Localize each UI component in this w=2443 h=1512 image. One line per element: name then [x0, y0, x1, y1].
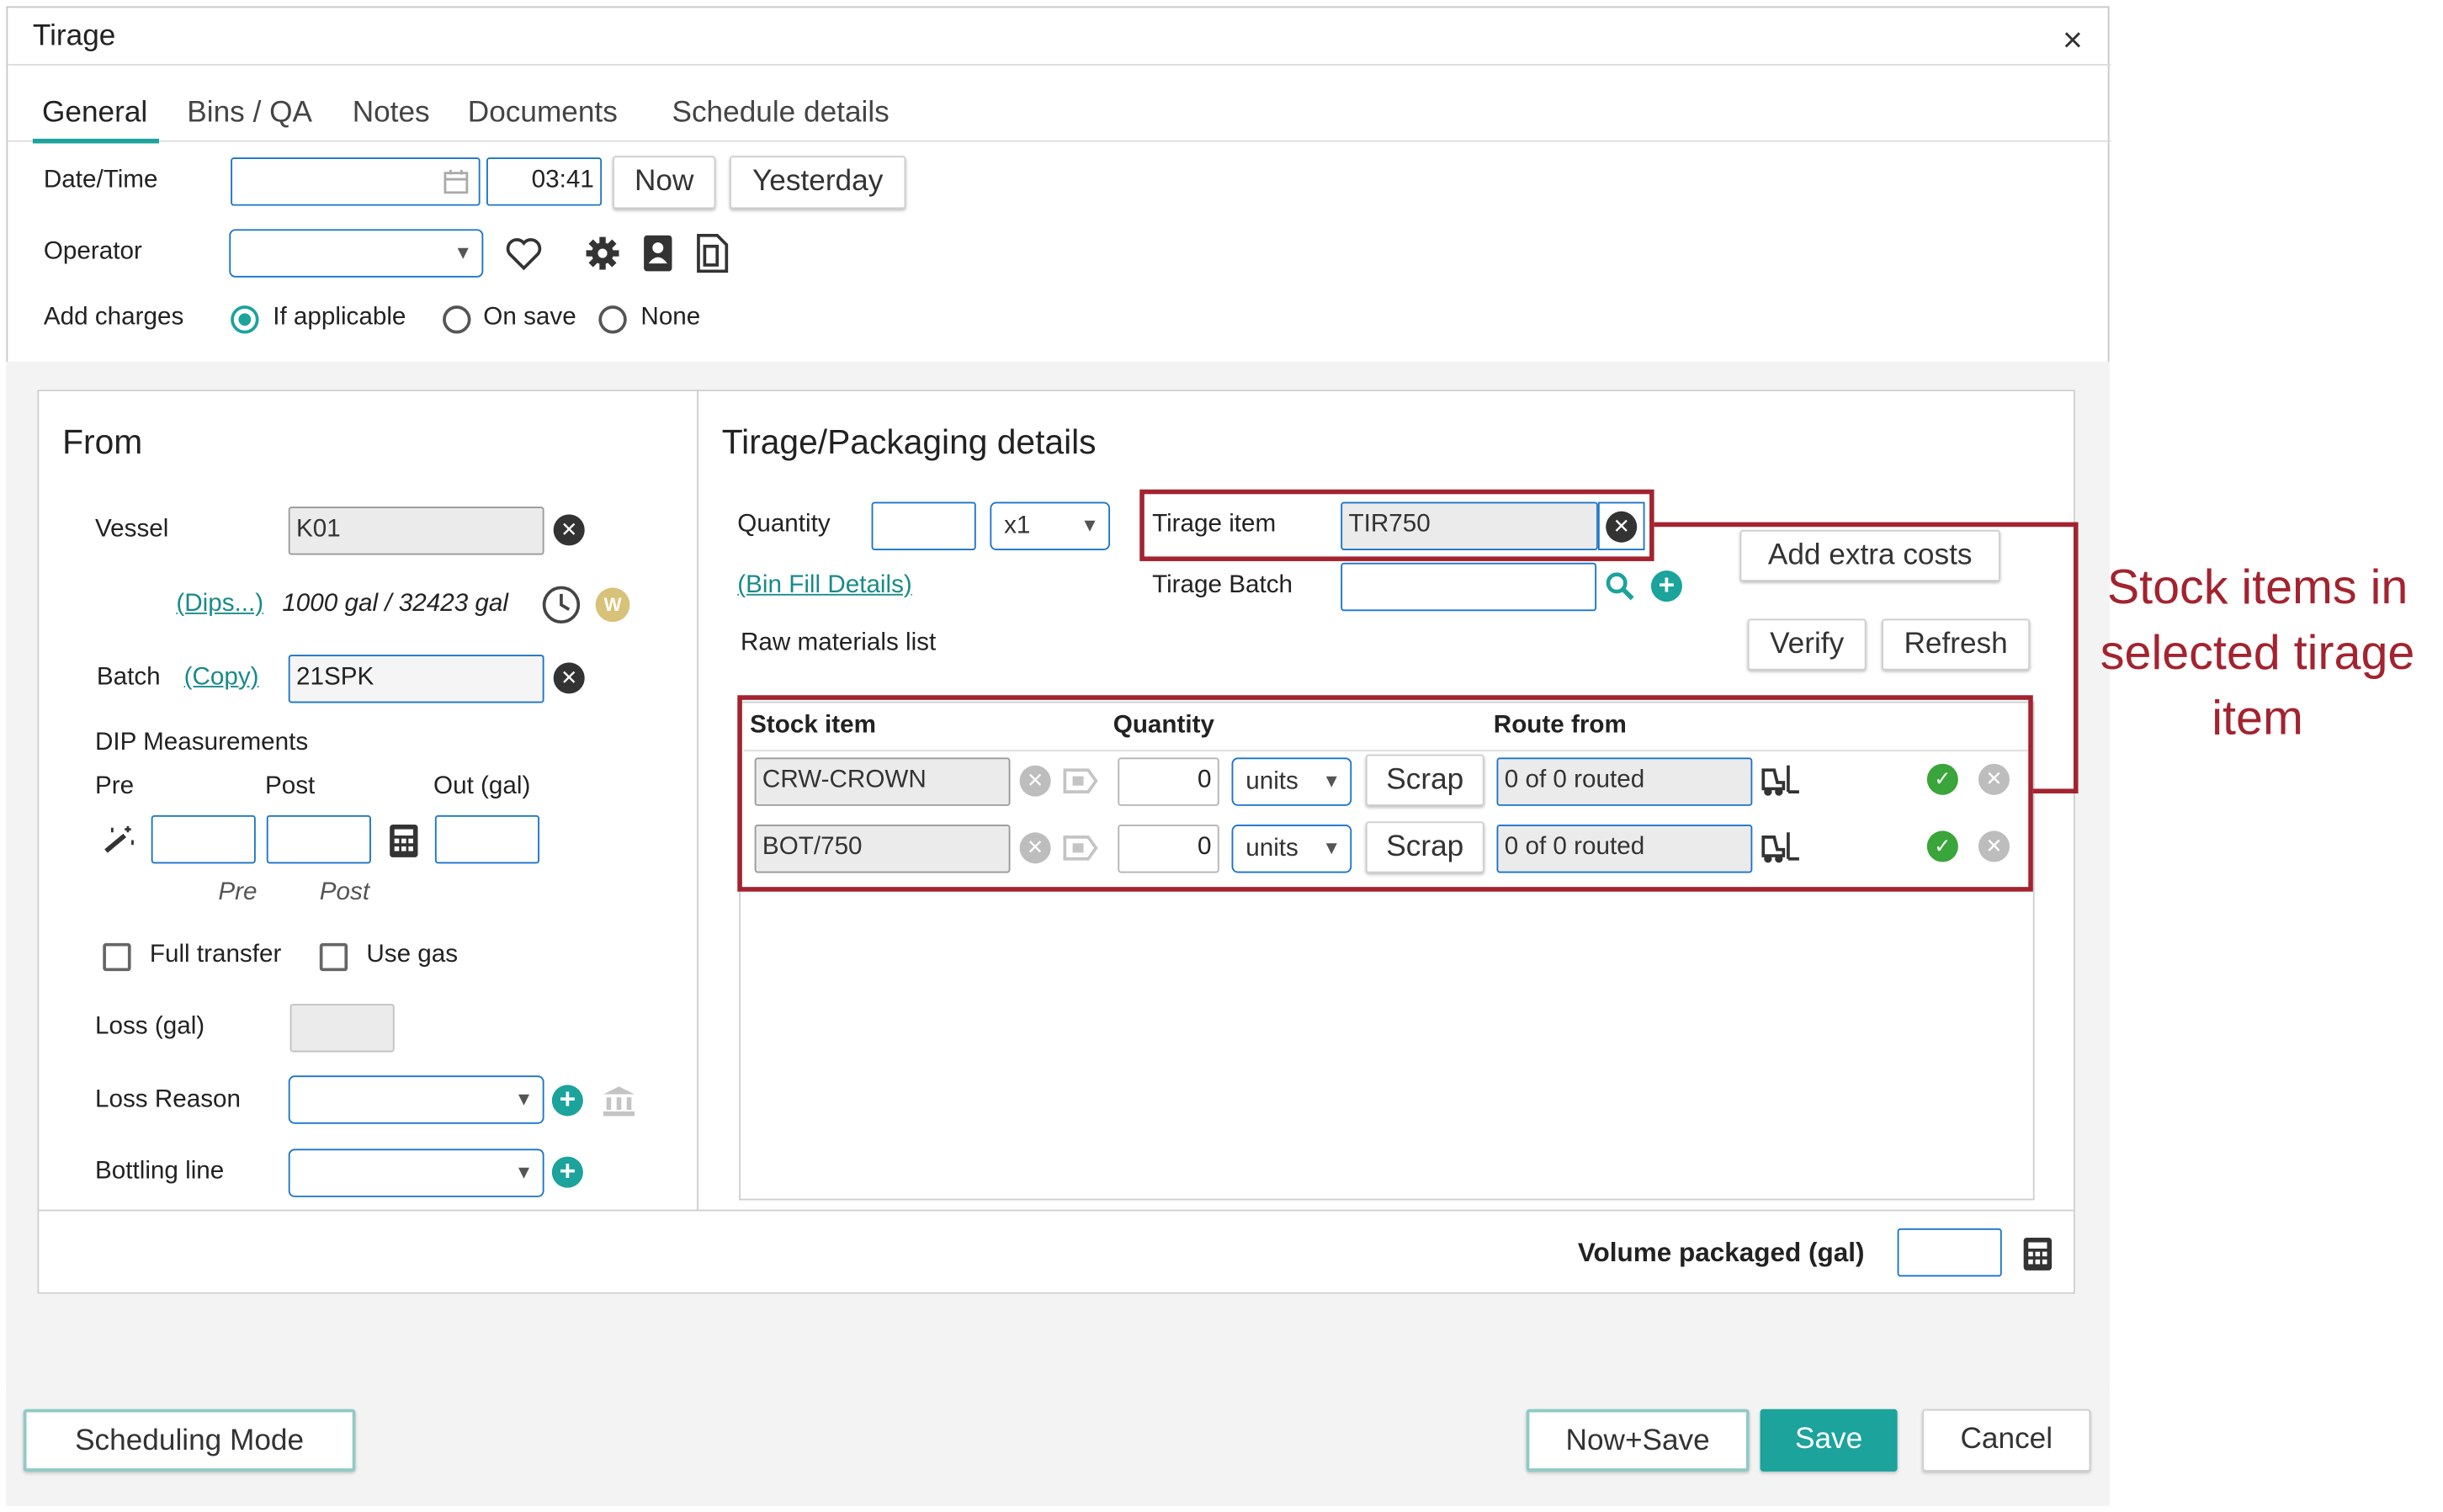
operator-label: Operator — [43, 238, 142, 265]
clear-vessel-icon[interactable]: ✕ — [553, 514, 585, 546]
from-heading: From — [62, 422, 143, 462]
tirage-batch-input[interactable] — [1341, 562, 1597, 612]
pre-label: Pre — [95, 772, 135, 800]
batch-input[interactable]: 21SPK — [288, 655, 544, 703]
tab-general[interactable]: General — [42, 97, 147, 131]
panel-divider — [697, 390, 698, 1212]
dips-link[interactable]: (Dips...) — [176, 591, 263, 618]
multiplier-value: x1 — [1004, 512, 1031, 539]
volume-packaged-input[interactable] — [1897, 1228, 2002, 1277]
annotation-connector-top — [1654, 522, 2079, 528]
tirage-item-highlight — [1139, 489, 1654, 561]
batch-label: Batch — [96, 664, 161, 691]
raw-materials-label: Raw materials list — [740, 629, 937, 656]
radio-if-applicable[interactable] — [231, 305, 259, 334]
calculator-icon[interactable] — [2022, 1236, 2053, 1272]
refresh-button[interactable]: Refresh — [1882, 618, 2031, 671]
annotation-text: Stock items in selected tirage item — [2100, 560, 2415, 745]
use-gas-label: Use gas — [366, 941, 459, 968]
search-icon[interactable] — [1604, 570, 1635, 602]
calendar-icon[interactable] — [443, 168, 469, 194]
scheduling-mode-button[interactable]: Scheduling Mode — [23, 1409, 356, 1472]
add-bottling-line-icon[interactable]: + — [551, 1156, 583, 1188]
save-button[interactable]: Save — [1760, 1409, 1898, 1472]
clock-icon[interactable] — [541, 585, 582, 625]
add-tirage-batch-icon[interactable]: + — [1650, 570, 1682, 602]
out-gal-input[interactable] — [434, 814, 539, 864]
verify-button[interactable]: Verify — [1747, 618, 1867, 671]
quantity-label: Quantity — [737, 511, 831, 538]
vessel-volume-text: 1000 gal / 32423 gal — [282, 591, 508, 618]
post-label: Post — [264, 772, 316, 800]
operator-select[interactable]: ▼ — [229, 229, 484, 278]
tab-notes[interactable]: Notes — [353, 97, 430, 131]
cancel-button[interactable]: Cancel — [1922, 1409, 2091, 1472]
contact-book-icon[interactable] — [640, 234, 675, 273]
annotation-connector-bottom — [2032, 788, 2079, 793]
yesterday-button[interactable]: Yesterday — [730, 156, 906, 210]
copy-link[interactable]: (Copy) — [184, 664, 259, 692]
document-icon[interactable] — [695, 233, 730, 273]
loss-reason-label: Loss Reason — [95, 1086, 242, 1113]
add-loss-reason-icon[interactable]: + — [551, 1084, 583, 1117]
vessel-input[interactable]: K01 — [288, 507, 544, 555]
bottling-line-label: Bottling line — [95, 1158, 225, 1185]
chevron-down-icon: ▼ — [1081, 514, 1100, 537]
add-charges-label: Add charges — [43, 304, 184, 331]
active-tab-indicator — [32, 138, 159, 144]
out-gal-label: Out (gal) — [433, 772, 531, 800]
panel-footer-divider — [37, 1209, 2075, 1212]
tab-schedule-details[interactable]: Schedule details — [672, 97, 889, 131]
quantity-input[interactable] — [871, 501, 976, 550]
now-button[interactable]: Now — [613, 156, 716, 210]
tab-bar: General Bins / QA Notes Documents Schedu… — [8, 63, 2111, 144]
loss-gal-label: Loss (gal) — [95, 1013, 205, 1040]
stock-items-highlight — [737, 695, 2033, 892]
dip-measurements-heading: DIP Measurements — [95, 729, 309, 756]
post-hint: Post — [319, 878, 370, 906]
chevron-down-icon: ▼ — [514, 1088, 534, 1111]
radio-on-save-label: On save — [483, 304, 576, 331]
use-gas-checkbox[interactable] — [319, 942, 348, 972]
time-input[interactable]: 03:41 — [486, 157, 603, 206]
details-heading: Tirage/Packaging details — [721, 422, 1097, 462]
add-extra-costs-button[interactable]: Add extra costs — [1739, 529, 2000, 582]
now-save-button[interactable]: Now+Save — [1526, 1409, 1750, 1472]
tirage-batch-label: Tirage Batch — [1152, 571, 1293, 599]
full-transfer-checkbox[interactable] — [103, 942, 131, 972]
radio-if-applicable-label: If applicable — [273, 304, 406, 331]
radio-none[interactable] — [598, 305, 627, 334]
loss-reason-select[interactable]: ▼ — [288, 1075, 544, 1124]
calculator-icon[interactable] — [388, 823, 419, 859]
w-badge-icon[interactable]: W — [595, 587, 630, 623]
pre-input[interactable] — [151, 814, 256, 864]
chevron-down-icon: ▼ — [514, 1161, 534, 1184]
dialog-title: Tirage — [32, 20, 116, 53]
volume-packaged-label: Volume packaged (gal) — [1577, 1237, 1865, 1268]
bank-icon[interactable] — [602, 1084, 636, 1118]
radio-none-label: None — [640, 304, 701, 331]
bottling-line-select[interactable]: ▼ — [288, 1149, 544, 1197]
post-input[interactable] — [266, 814, 371, 864]
chevron-down-icon: ▼ — [454, 241, 473, 264]
gear-icon[interactable] — [585, 236, 621, 272]
heart-icon[interactable] — [505, 237, 542, 272]
close-icon[interactable]: × — [2063, 23, 2083, 58]
annotation-connector-vertical — [2073, 522, 2079, 793]
bin-fill-details-link[interactable]: (Bin Fill Details) — [737, 572, 912, 600]
datetime-label: Date/Time — [43, 167, 158, 194]
vessel-label: Vessel — [95, 516, 169, 543]
magic-wand-icon[interactable] — [100, 823, 137, 857]
pre-hint: Pre — [218, 878, 258, 906]
loss-gal-input — [289, 1004, 395, 1053]
tab-documents[interactable]: Documents — [468, 97, 618, 131]
full-transfer-label: Full transfer — [149, 941, 282, 968]
multiplier-select[interactable]: x1 ▼ — [990, 501, 1111, 550]
radio-on-save[interactable] — [443, 305, 471, 334]
tab-bins-qa[interactable]: Bins / QA — [187, 97, 312, 131]
clear-batch-icon[interactable]: ✕ — [553, 662, 585, 694]
